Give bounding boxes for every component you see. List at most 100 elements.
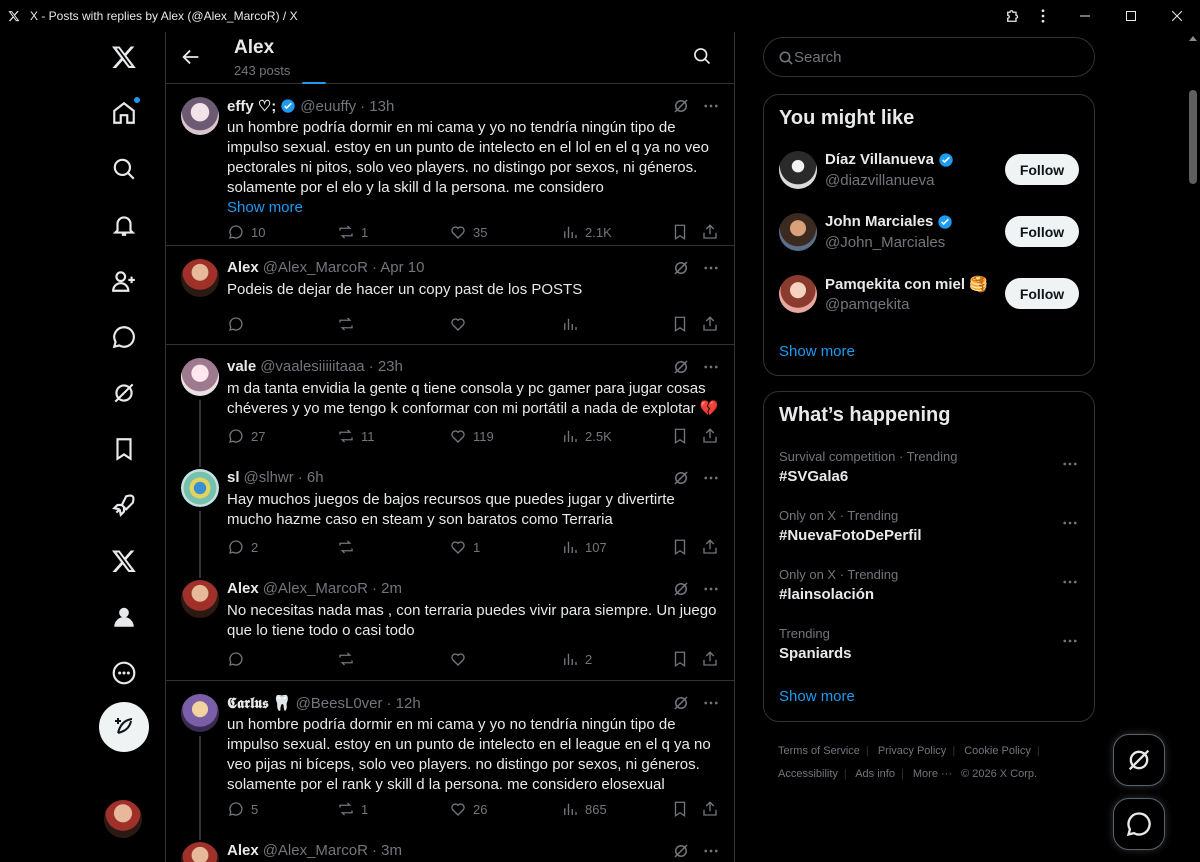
grok-icon[interactable]	[672, 842, 690, 860]
post-item[interactable]: Alex @Alex_MarcoR · Apr 10 Podeis de dej…	[166, 247, 734, 345]
compose-post-button[interactable]	[99, 702, 149, 752]
suggested-user-handle[interactable]: @diazvillanueva	[825, 172, 934, 189]
repost-button[interactable]: 1	[337, 800, 368, 818]
search-input[interactable]	[794, 38, 1084, 76]
search-icon[interactable]	[692, 46, 712, 66]
grok-icon[interactable]	[672, 580, 690, 598]
accessibility-link[interactable]: Accessibility	[778, 768, 838, 780]
bookmark-button[interactable]	[671, 800, 689, 818]
close-window-button[interactable]	[1154, 0, 1200, 32]
suggested-user[interactable]: John Marciales @John_Marciales Follow	[764, 207, 1094, 257]
post-item[interactable]: effy ♡; @euuffy · 13h un hombre podría d…	[166, 85, 734, 246]
views-button[interactable]: 107	[561, 538, 607, 556]
nav-x-home-logo[interactable]	[103, 36, 145, 78]
like-button[interactable]	[449, 315, 473, 333]
follow-button[interactable]: Follow	[1005, 216, 1079, 247]
post-author-name[interactable]: effy ♡;	[227, 97, 276, 115]
bookmark-button[interactable]	[671, 650, 689, 668]
show-more-link[interactable]: Show more	[779, 688, 855, 705]
nav-messages[interactable]	[103, 316, 145, 358]
post-time[interactable]: · 12h	[387, 695, 421, 712]
trend-item[interactable]: Trending Spaniards	[764, 626, 1094, 676]
post-avatar[interactable]	[181, 842, 219, 862]
more-options-icon[interactable]	[702, 842, 720, 860]
repost-button[interactable]	[337, 538, 361, 556]
post-item[interactable]: sl @slhwr · 6h Hay muchos juegos de bajo…	[166, 457, 734, 568]
share-button[interactable]	[701, 223, 719, 241]
suggested-user-name[interactable]: Pamqekita con miel 🥞	[825, 275, 988, 293]
share-button[interactable]	[701, 315, 719, 333]
browser-menu-icon[interactable]	[1034, 7, 1052, 25]
maximize-button[interactable]	[1108, 0, 1154, 32]
post-time[interactable]: · 13h	[360, 98, 394, 115]
post-author-name[interactable]: vale	[227, 358, 256, 375]
nav-premium[interactable]	[103, 540, 145, 582]
suggested-user-avatar[interactable]	[779, 213, 817, 251]
suggested-user-handle[interactable]: @John_Marciales	[825, 234, 945, 251]
reply-button[interactable]: 10	[227, 223, 265, 241]
like-button[interactable]: 1	[449, 538, 480, 556]
grok-icon[interactable]	[672, 259, 690, 277]
nav-notifications[interactable]	[103, 204, 145, 246]
trend-name[interactable]: #lainsolación	[779, 586, 874, 603]
repost-button[interactable]: 1	[337, 223, 368, 241]
scrollbar-thumb[interactable]	[1189, 90, 1197, 184]
more-link[interactable]: More ···	[913, 768, 952, 780]
bookmark-button[interactable]	[671, 223, 689, 241]
nav-follow[interactable]	[103, 260, 145, 302]
back-arrow-icon[interactable]	[180, 46, 202, 68]
grok-icon[interactable]	[672, 694, 690, 712]
post-time[interactable]: · Apr 10	[372, 259, 425, 276]
privacy-link[interactable]: Privacy Policy	[878, 745, 946, 757]
post-avatar[interactable]	[181, 580, 219, 618]
follow-button[interactable]: Follow	[1005, 278, 1079, 309]
post-avatar[interactable]	[181, 358, 219, 396]
trend-name[interactable]: #NuevaFotoDePerfil	[779, 527, 922, 544]
suggested-user[interactable]: Díaz Villanueva @diazvillanueva Follow	[764, 145, 1094, 195]
post-time[interactable]: · 6h	[298, 469, 324, 486]
like-button[interactable]: 26	[449, 800, 487, 818]
post-author-name[interactable]: Alex	[227, 842, 259, 859]
more-options-icon[interactable]	[1061, 455, 1079, 473]
more-options-icon[interactable]	[702, 580, 720, 598]
nav-explore[interactable]	[103, 148, 145, 190]
bookmark-button[interactable]	[671, 427, 689, 445]
bookmark-button[interactable]	[671, 538, 689, 556]
post-item[interactable]: Alex @Alex_MarcoR · 3m	[166, 830, 734, 862]
post-item[interactable]: vale @vaalesiiiiitaaa · 23h m da tanta e…	[166, 346, 734, 457]
reply-button[interactable]: 27	[227, 427, 265, 445]
nav-bookmarks[interactable]	[103, 428, 145, 470]
views-button[interactable]: 2.1K	[561, 223, 612, 241]
grok-icon[interactable]	[672, 97, 690, 115]
suggested-user-handle[interactable]: @pamqekita	[825, 296, 909, 313]
post-author-handle[interactable]: @BeesL0ver	[296, 695, 383, 712]
post-author-name[interactable]: sl	[227, 469, 240, 486]
follow-button[interactable]: Follow	[1005, 154, 1079, 185]
post-item[interactable]: Alex @Alex_MarcoR · 2m No necesitas nada…	[166, 568, 734, 681]
like-button[interactable]	[449, 650, 473, 668]
more-options-icon[interactable]	[702, 694, 720, 712]
show-more-link[interactable]: Show more	[779, 343, 855, 360]
reply-button[interactable]: 2	[227, 538, 258, 556]
more-options-icon[interactable]	[1061, 632, 1079, 650]
post-avatar[interactable]	[181, 469, 219, 507]
grok-floating-button[interactable]	[1113, 734, 1165, 786]
minimize-button[interactable]	[1062, 0, 1108, 32]
more-options-icon[interactable]	[1061, 514, 1079, 532]
more-options-icon[interactable]	[702, 97, 720, 115]
post-author-handle[interactable]: @vaalesiiiiitaaa	[260, 358, 364, 375]
page-scrollbar[interactable]	[1186, 32, 1200, 862]
post-author-name[interactable]: 𝕮𝖆𝖗𝖑𝖚𝖘 🦷	[227, 694, 292, 712]
post-item[interactable]: 𝕮𝖆𝖗𝖑𝖚𝖘 🦷 @BeesL0ver · 12h un hombre podr…	[166, 682, 734, 830]
more-options-icon[interactable]	[702, 259, 720, 277]
bookmark-button[interactable]	[671, 315, 689, 333]
post-author-handle[interactable]: @Alex_MarcoR	[263, 580, 368, 597]
nav-premium-rocket[interactable]	[103, 484, 145, 526]
share-button[interactable]	[701, 538, 719, 556]
share-button[interactable]	[701, 427, 719, 445]
post-time[interactable]: · 2m	[372, 580, 402, 597]
reply-button[interactable]	[227, 650, 251, 668]
more-options-icon[interactable]	[1061, 573, 1079, 591]
repost-button[interactable]	[337, 315, 361, 333]
nav-grok[interactable]	[103, 372, 145, 414]
